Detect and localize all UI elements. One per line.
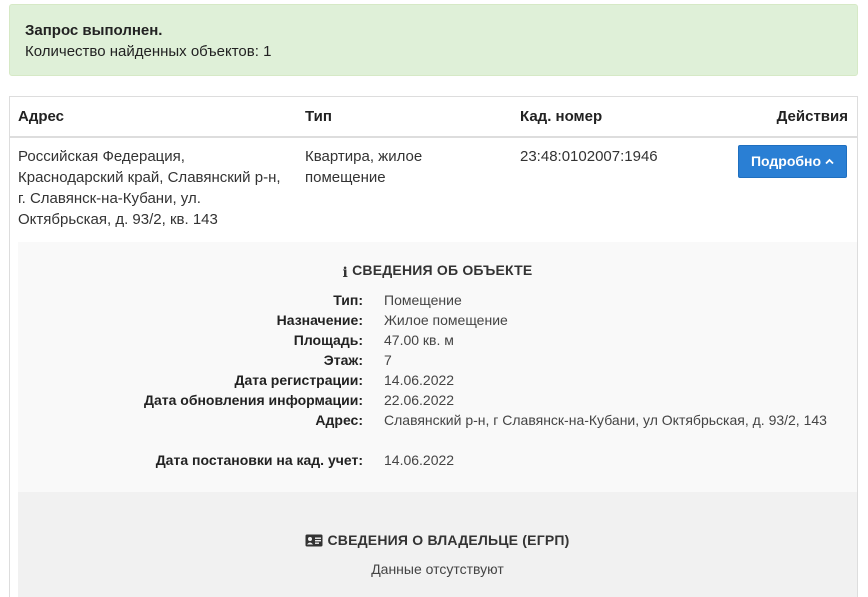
details-button-label: Подробно [750,153,822,169]
success-alert: Запрос выполнен. Количество найденных об… [9,4,858,76]
owner-info-section: СВЕДЕНИЯ О ВЛАДЕЛЬЦЕ (ЕГРП) Данные отсут… [18,492,857,597]
header-cad-number: Кад. номер [520,108,603,125]
row-cad-number: 23:48:0102007:1946 [520,148,658,165]
row-address: Российская Федерация, Краснодарский край… [18,148,281,228]
field-value: Славянский р-н, г Славянск-на-Кубани, ул… [384,412,827,428]
header-actions: Действия [776,108,848,125]
field-value: 14.06.2022 [384,452,455,468]
field-label: Площадь: [293,332,363,348]
field-value: Помещение [384,292,462,308]
header-type: Тип [305,108,332,125]
field-label: Дата постановки на кад. учет: [155,452,363,468]
details-button[interactable]: Подробно [738,145,847,178]
info-icon: i [342,265,349,281]
owner-empty-text: Данные отсутствуют [371,561,504,577]
field-label: Адрес: [315,412,363,428]
field-label: Этаж: [323,352,363,368]
details-panel: i СВЕДЕНИЯ ОБ ОБЪЕКТЕ Тип: Помещение Назн… [18,242,857,597]
owner-info-title-text: СВЕДЕНИЯ О ВЛАДЕЛЬЦЕ (ЕГРП) [327,532,570,548]
table-row: Российская Федерация, Краснодарский край… [10,138,857,242]
alert-title: Запрос выполнен. [25,22,163,39]
header-address: Адрес [18,108,65,125]
field-label: Дата регистрации: [234,372,363,388]
object-info-title-text: СВЕДЕНИЯ ОБ ОБЪЕКТЕ [352,262,533,278]
field-value: 14.06.2022 [384,372,455,388]
field-value: 22.06.2022 [384,392,455,408]
field-label: Тип: [333,292,363,308]
field-value: 7 [384,352,392,368]
field-label: Назначение: [276,312,363,328]
row-type: Квартира, жилое помещение [305,148,423,186]
field-value: Жилое помещение [384,312,508,328]
object-info-title: i СВЕДЕНИЯ ОБ ОБЪЕКТЕ [18,261,857,282]
results-table: Адрес Тип Кад. номер Действия Российская… [9,96,858,597]
alert-found-count: Количество найденных объектов: 1 [25,43,272,60]
field-label: Дата обновления информации: [143,392,363,408]
id-card-icon [305,533,323,551]
field-value: 47.00 кв. м [384,332,454,348]
chevron-up-icon [825,147,834,178]
owner-info-title: СВЕДЕНИЯ О ВЛАДЕЛЬЦЕ (ЕГРП) [18,531,857,551]
table-header: Адрес Тип Кад. номер Действия [10,97,857,138]
